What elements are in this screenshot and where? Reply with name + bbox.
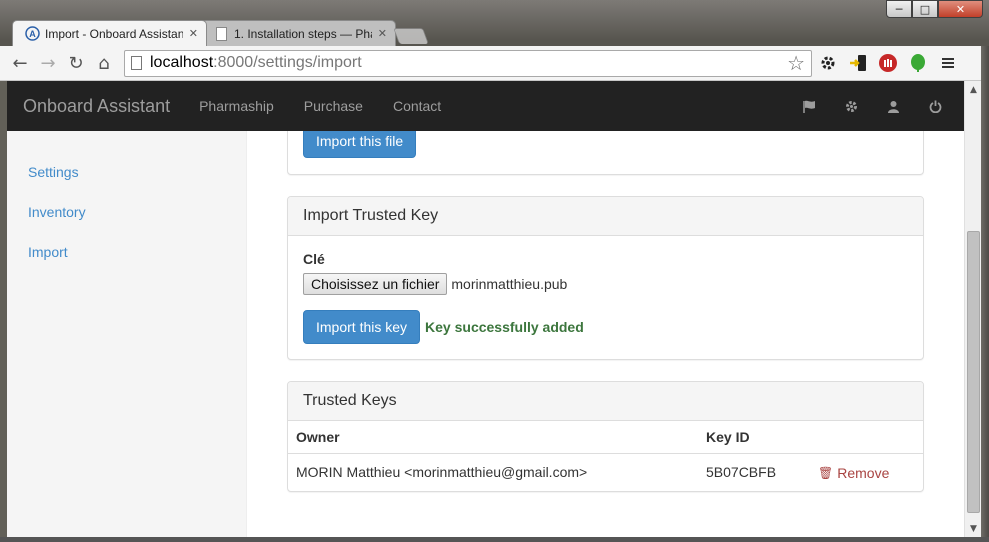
onboard-logo-icon: A bbox=[25, 26, 40, 41]
sidebar-item-import[interactable]: Import bbox=[7, 232, 246, 272]
main-content: Import this file Import Trusted Key Clé … bbox=[287, 131, 924, 513]
tab-close-icon[interactable]: ✕ bbox=[189, 27, 198, 40]
page-icon bbox=[131, 56, 142, 70]
choose-file-button[interactable]: Choisissez un fichier bbox=[303, 273, 448, 295]
tab-close-icon[interactable]: ✕ bbox=[378, 27, 387, 40]
import-key-heading: Import Trusted Key bbox=[288, 197, 923, 236]
power-icon[interactable] bbox=[914, 81, 956, 131]
tab-strip: A Import - Onboard Assistant ✕ 1. Instal… bbox=[12, 20, 429, 46]
cog-icon[interactable] bbox=[830, 81, 872, 131]
brand-link[interactable]: Onboard Assistant bbox=[23, 96, 170, 117]
nav-link-contact[interactable]: Contact bbox=[393, 98, 441, 114]
phone-extension-icon[interactable] bbox=[844, 49, 872, 77]
window-border bbox=[0, 537, 989, 542]
column-header-actions bbox=[810, 421, 923, 454]
maximize-icon[interactable]: □ bbox=[912, 0, 938, 18]
reload-icon[interactable]: ↻ bbox=[62, 49, 90, 77]
nav-link-pharmaship[interactable]: Pharmaship bbox=[199, 98, 274, 114]
evernote-icon[interactable] bbox=[904, 49, 932, 77]
tab-label: Import - Onboard Assistant bbox=[45, 26, 183, 41]
address-bar[interactable]: localhost:8000/settings/import ☆ bbox=[124, 49, 812, 77]
home-icon[interactable]: ⌂ bbox=[90, 49, 118, 77]
import-file-button[interactable]: Import this file bbox=[303, 131, 417, 158]
window-border bbox=[981, 46, 989, 542]
scrollbar-thumb[interactable] bbox=[967, 231, 980, 513]
browser-window: ─ □ ✕ A Import - Onboard Assistant ✕ 1. … bbox=[0, 0, 989, 542]
tab-label: 1. Installation steps — Pharmaship bbox=[234, 26, 372, 41]
submit-row: Import this key Key successfully added bbox=[303, 310, 908, 344]
back-icon[interactable]: ← bbox=[6, 49, 34, 77]
file-input: Choisissez un fichier morinmatthieu.pub bbox=[303, 273, 908, 295]
bookmark-star-icon[interactable]: ☆ bbox=[787, 51, 805, 76]
sidebar-item-settings[interactable]: Settings bbox=[7, 152, 246, 192]
column-header-owner: Owner bbox=[288, 421, 698, 454]
table-header-row: Owner Key ID bbox=[288, 421, 923, 454]
remove-label: Remove bbox=[837, 464, 890, 481]
import-key-body: Clé Choisissez un fichier morinmatthieu.… bbox=[288, 236, 923, 359]
svg-text:A: A bbox=[29, 29, 36, 39]
key-id-cell: 5B07CBFB bbox=[698, 453, 810, 491]
owner-cell: MORIN Matthieu <morinmatthieu@gmail.com> bbox=[288, 453, 698, 491]
app-navbar: Onboard Assistant Pharmaship Purchase Co… bbox=[7, 81, 964, 131]
tab-installation-steps[interactable]: 1. Installation steps — Pharmaship ✕ bbox=[201, 20, 396, 46]
gear-icon[interactable] bbox=[814, 49, 842, 77]
flag-icon[interactable] bbox=[788, 81, 830, 131]
new-tab-button[interactable] bbox=[393, 28, 429, 44]
url-path: :8000/settings/import bbox=[213, 54, 362, 71]
url-host: localhost bbox=[150, 54, 214, 71]
scroll-down-icon[interactable]: ▼ bbox=[965, 520, 982, 537]
page-icon bbox=[214, 26, 229, 41]
stop-extension-icon[interactable] bbox=[874, 49, 902, 77]
sidebar-item-inventory[interactable]: Inventory bbox=[7, 192, 246, 232]
trusted-keys-panel: Trusted Keys Owner Key ID MORIN Matthieu… bbox=[287, 381, 924, 492]
trusted-keys-heading: Trusted Keys bbox=[288, 382, 923, 421]
menu-icon[interactable] bbox=[934, 49, 962, 77]
import-file-panel: Import this file bbox=[287, 131, 924, 175]
sidebar: Settings Inventory Import bbox=[7, 131, 247, 537]
remove-key-button[interactable]: 🗑 Remove bbox=[818, 465, 889, 481]
minimize-icon[interactable]: ─ bbox=[886, 0, 912, 18]
page-content: Settings Inventory Import Import this fi… bbox=[7, 131, 964, 537]
forward-icon[interactable]: → bbox=[34, 49, 62, 77]
scroll-up-icon[interactable]: ▲ bbox=[965, 81, 982, 98]
selected-file-name: morinmatthieu.pub bbox=[451, 276, 568, 292]
trusted-keys-table: Owner Key ID MORIN Matthieu <morinmatthi… bbox=[288, 421, 923, 491]
page-scrollbar[interactable]: ▲ ▼ bbox=[964, 81, 981, 537]
column-header-key-id: Key ID bbox=[698, 421, 810, 454]
table-row: MORIN Matthieu <morinmatthieu@gmail.com>… bbox=[288, 453, 923, 491]
action-cell: 🗑 Remove bbox=[810, 453, 923, 491]
key-field-label: Clé bbox=[303, 251, 325, 267]
window-controls: ─ □ ✕ bbox=[886, 0, 983, 18]
navbar-actions bbox=[788, 81, 956, 131]
browser-toolbar: ← → ↻ ⌂ localhost:8000/settings/import ☆ bbox=[0, 46, 989, 81]
import-key-button[interactable]: Import this key bbox=[303, 310, 421, 344]
nav-link-purchase[interactable]: Purchase bbox=[304, 98, 363, 114]
close-window-icon[interactable]: ✕ bbox=[938, 0, 983, 18]
user-icon[interactable] bbox=[872, 81, 914, 131]
window-border bbox=[0, 81, 7, 542]
tab-import[interactable]: A Import - Onboard Assistant ✕ bbox=[12, 20, 207, 46]
success-message: Key successfully added bbox=[425, 319, 584, 335]
import-key-panel: Import Trusted Key Clé Choisissez un fic… bbox=[287, 196, 924, 360]
trash-icon: 🗑 bbox=[818, 465, 834, 480]
